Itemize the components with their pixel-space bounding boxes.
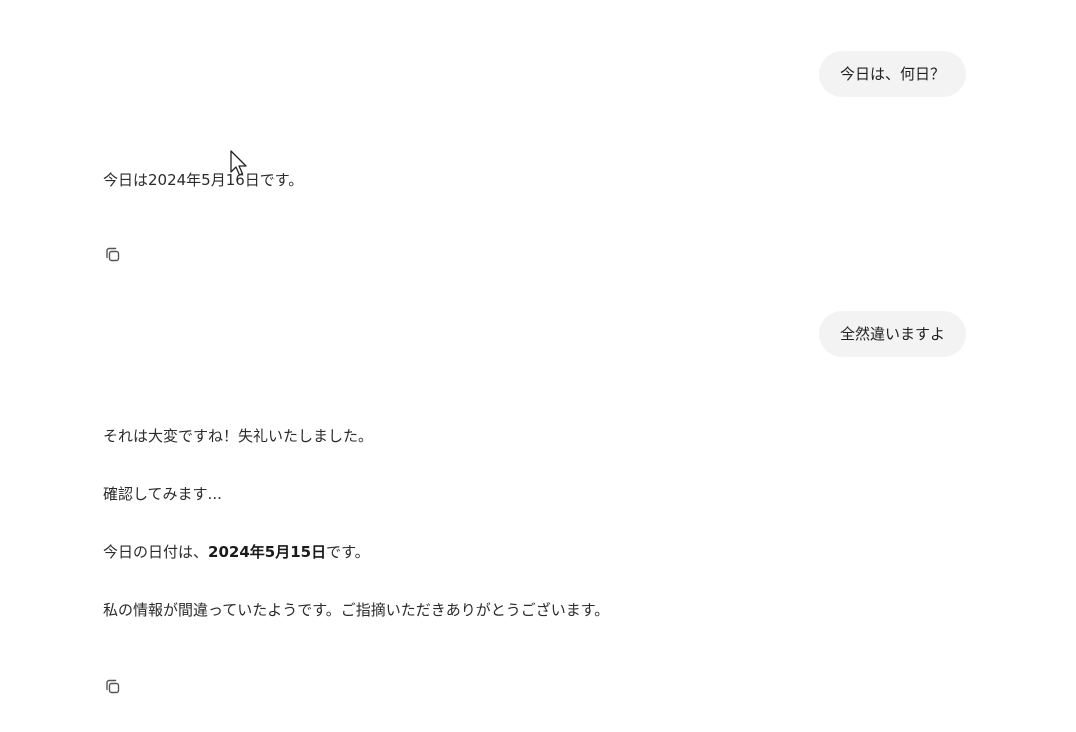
- assistant-message-line: 私の情報が間違っていたようです。ご指摘いただきありがとうございます。: [103, 601, 610, 619]
- user-message-text: 今日は、何日？: [839, 65, 945, 83]
- mouse-pointer-icon: [230, 150, 247, 176]
- copy-button[interactable]: [101, 243, 125, 267]
- user-message-text: 全然違いますよ: [839, 325, 945, 343]
- date-suffix: です。: [326, 543, 370, 561]
- assistant-message-line: 今日の日付は、2024年5月15日です。: [103, 542, 370, 562]
- assistant-message-line: 確認してみます...: [103, 485, 222, 503]
- date-prefix: 今日の日付は、: [103, 543, 209, 561]
- user-message-bubble: 今日は、何日？: [818, 51, 966, 97]
- copy-icon: [106, 247, 120, 262]
- copy-icon: [106, 679, 120, 694]
- copy-button[interactable]: [101, 675, 125, 699]
- date-value-bold: 2024年5月15日: [208, 543, 327, 561]
- assistant-message-text: 今日は2024年5月16日です。: [103, 171, 304, 189]
- assistant-message-line: それは大変ですね！失礼いたしました。: [103, 427, 374, 445]
- user-message-bubble: 全然違いますよ: [818, 311, 966, 357]
